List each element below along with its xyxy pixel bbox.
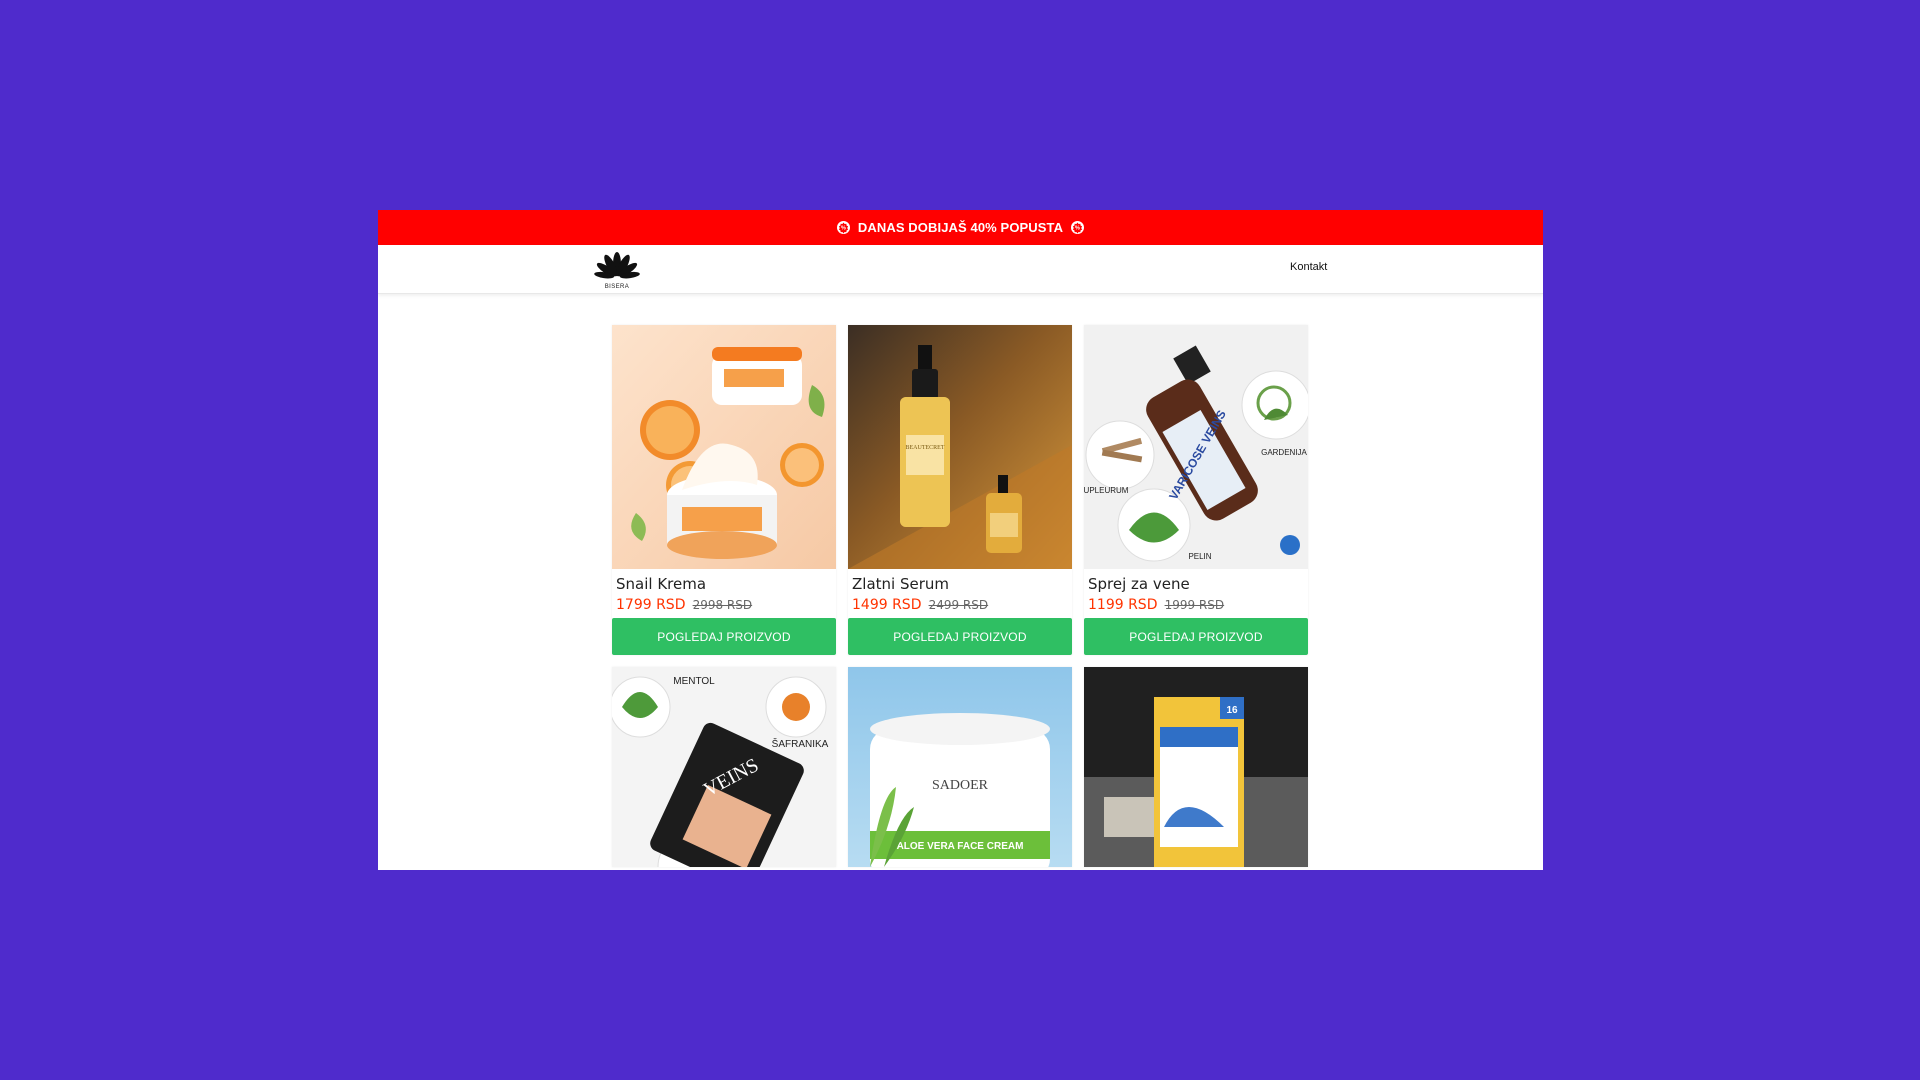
product-name[interactable]: Sprej za vene: [1088, 575, 1304, 593]
svg-text:%: %: [841, 226, 846, 232]
product-old-price: 2499 RSD: [928, 598, 989, 612]
product-name[interactable]: Snail Krema: [616, 575, 832, 593]
serum-brand-text: BEAUTECRET: [906, 445, 945, 451]
product-card[interactable]: Snail Krema 1799 RSD 2998 RSD POGLEDAJ P…: [612, 325, 836, 655]
product-card[interactable]: VARICOSE VEINS GARDENIJA UPLEURUM PELIN …: [1084, 325, 1308, 655]
product-grid: Snail Krema 1799 RSD 2998 RSD POGLEDAJ P…: [612, 325, 1308, 867]
spray-label-pelin: PELIN: [1188, 552, 1211, 561]
product-card[interactable]: 16: [1084, 667, 1308, 867]
product-image-gold-serum[interactable]: BEAUTECRET: [848, 325, 1072, 569]
badge-percent-icon: %: [1071, 221, 1085, 234]
product-old-price: 2998 RSD: [692, 598, 753, 612]
view-product-button[interactable]: POGLEDAJ PROIZVOD: [1084, 618, 1308, 655]
product-info: Snail Krema 1799 RSD 2998 RSD: [612, 569, 836, 616]
svg-text:%: %: [1075, 226, 1080, 232]
product-card[interactable]: BEAUTECRET Zlatni Serum 1499 RSD 2499 RS…: [848, 325, 1072, 655]
badge-percent-icon: %: [836, 221, 850, 234]
product-image-snail-cream[interactable]: [612, 325, 836, 569]
product-image-vein-cream[interactable]: VEINS MENTOL ŠAFRANIKA: [612, 667, 836, 867]
aloe-brand-text: SADOER: [932, 778, 989, 793]
product-info: Sprej za vene 1199 RSD 1999 RSD: [1084, 569, 1308, 616]
spray-label-gardenija: GARDENIJA: [1261, 448, 1307, 457]
product-image-aloe-cream[interactable]: SADOER ALOE VERA FACE CREAM: [848, 667, 1072, 867]
cream-label-mentol: MENTOL: [673, 676, 715, 687]
shell-logo-icon: [594, 252, 640, 279]
product-image-blue-box[interactable]: 16: [1084, 667, 1308, 867]
product-price: 1499 RSD: [852, 597, 922, 613]
site-header: BISERA Kontakt: [378, 245, 1543, 294]
product-image-vein-spray[interactable]: VARICOSE VEINS GARDENIJA UPLEURUM PELIN: [1084, 325, 1308, 569]
price-row: 1499 RSD 2499 RSD: [852, 596, 1068, 613]
aloe-product-text: ALOE VERA FACE CREAM: [897, 841, 1024, 852]
product-card[interactable]: VEINS MENTOL ŠAFRANIKA: [612, 667, 836, 867]
product-name[interactable]: Zlatni Serum: [852, 575, 1068, 593]
product-card[interactable]: SADOER ALOE VERA FACE CREAM: [848, 667, 1072, 867]
view-product-button[interactable]: POGLEDAJ PROIZVOD: [848, 618, 1072, 655]
site-logo[interactable]: BISERA: [592, 250, 642, 290]
browser-page: % DANAS DOBIJAŠ 40% POPUSTA % BISERA Kon…: [378, 210, 1543, 870]
product-info: Zlatni Serum 1499 RSD 2499 RSD: [848, 569, 1072, 616]
product-old-price: 1999 RSD: [1164, 598, 1225, 612]
logo-text: BISERA: [604, 284, 630, 290]
cream-label-safranika: ŠAFRANIKA: [772, 737, 829, 750]
spray-label-upleurum: UPLEURUM: [1084, 486, 1129, 495]
box-badge-text: 16: [1226, 705, 1238, 716]
product-price: 1799 RSD: [616, 597, 686, 613]
price-row: 1199 RSD 1999 RSD: [1088, 596, 1304, 613]
promo-text: DANAS DOBIJAŠ 40% POPUSTA: [857, 220, 1064, 235]
nav-contact-link[interactable]: Kontakt: [1290, 261, 1327, 273]
view-product-button[interactable]: POGLEDAJ PROIZVOD: [612, 618, 836, 655]
product-price: 1199 RSD: [1088, 597, 1158, 613]
price-row: 1799 RSD 2998 RSD: [616, 596, 832, 613]
promo-banner: % DANAS DOBIJAŠ 40% POPUSTA %: [378, 210, 1543, 245]
